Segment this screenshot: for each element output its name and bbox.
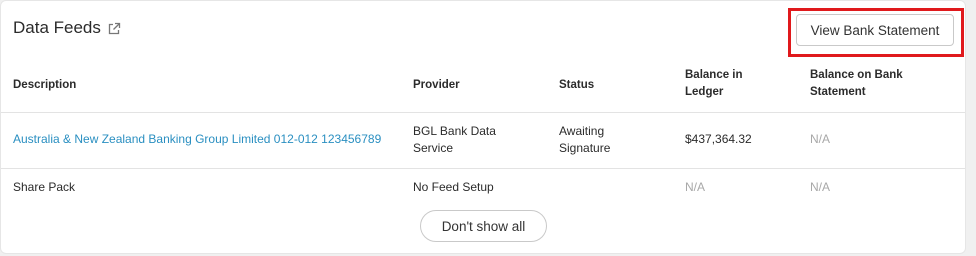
- row-1-description-link[interactable]: Australia & New Zealand Banking Group Li…: [13, 131, 381, 148]
- row-2-balance-ledger: N/A: [685, 180, 706, 194]
- row-1-balance-statement: N/A: [810, 132, 831, 146]
- view-bank-statement-button[interactable]: View Bank Statement: [796, 14, 954, 46]
- page-title: Data Feeds: [13, 18, 121, 38]
- dont-show-all-button[interactable]: Don't show all: [420, 210, 547, 242]
- data-feeds-card: Data Feeds View Bank Statement Descripti…: [0, 0, 966, 254]
- column-header-balance-statement: Balance on Bank Statement: [810, 69, 903, 98]
- row-1-provider: BGL Bank Data Service: [413, 124, 496, 155]
- column-header-status: Status: [559, 79, 595, 91]
- column-header-balance-ledger: Balance in Ledger: [685, 69, 743, 98]
- external-link-icon[interactable]: [107, 21, 121, 35]
- row-2-description: Share Pack: [13, 180, 76, 194]
- row-2-balance-statement: N/A: [810, 180, 831, 194]
- column-header-provider: Provider: [413, 79, 460, 91]
- row-1-balance-ledger: $437,364.32: [685, 132, 752, 146]
- column-header-description: Description: [13, 79, 77, 91]
- row-1-status: Awaiting Signature: [559, 124, 611, 155]
- page-title-text: Data Feeds: [13, 18, 101, 37]
- row-2-provider: No Feed Setup: [413, 180, 494, 194]
- row-divider: [1, 168, 965, 169]
- header-divider: [1, 112, 965, 113]
